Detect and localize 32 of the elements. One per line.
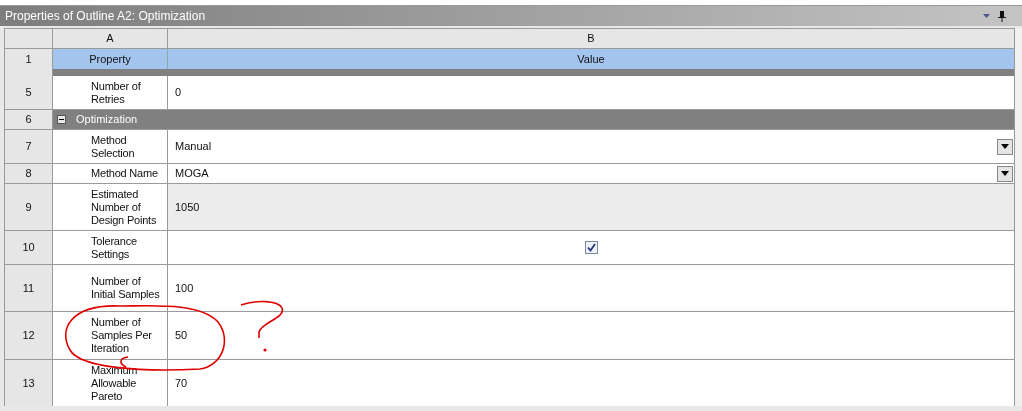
row-number: 6: [5, 110, 53, 130]
pin-icon[interactable]: [998, 10, 1006, 22]
property-cell: Method Name: [53, 164, 168, 184]
header-cell: Value: [168, 49, 1014, 69]
property-cell: Number of Initial Samples: [53, 265, 168, 312]
collapse-toggle[interactable]: [57, 115, 66, 124]
row-number: 7: [5, 130, 53, 164]
header-cell: Property: [53, 49, 168, 69]
group-label: Optimization: [76, 112, 138, 128]
property-cell: Estimated Number of Design Points: [53, 184, 168, 231]
panel-title: Properties of Outline A2: Optimization: [5, 8, 206, 25]
checkbox[interactable]: [584, 241, 598, 254]
caret-icon: [997, 138, 1013, 155]
property-cell: Number of Samples Per Iteration: [53, 312, 168, 360]
property-cell: Tolerance Settings: [53, 231, 168, 265]
caret-icon[interactable]: [983, 14, 990, 18]
row-number: 5: [5, 76, 53, 110]
row-number: 10: [5, 231, 53, 265]
value-cell: 1050: [168, 184, 1014, 231]
property-cell: Number of Retries: [53, 76, 168, 110]
row-number: 9: [5, 184, 53, 231]
caret-icon: [997, 165, 1013, 182]
check-icon: [586, 243, 596, 252]
scrollbar[interactable]: [1014, 28, 1022, 406]
row-number: 13: [5, 360, 53, 406]
property-cell: Method Selection: [53, 130, 168, 164]
row-number: 11: [5, 265, 53, 312]
row-number: 1: [5, 49, 53, 69]
dropdown-field[interactable]: MOGA: [168, 164, 1014, 184]
row-number: 8: [5, 164, 53, 184]
row-number: 12: [5, 312, 53, 360]
ink-question-mark: [240, 300, 284, 352]
